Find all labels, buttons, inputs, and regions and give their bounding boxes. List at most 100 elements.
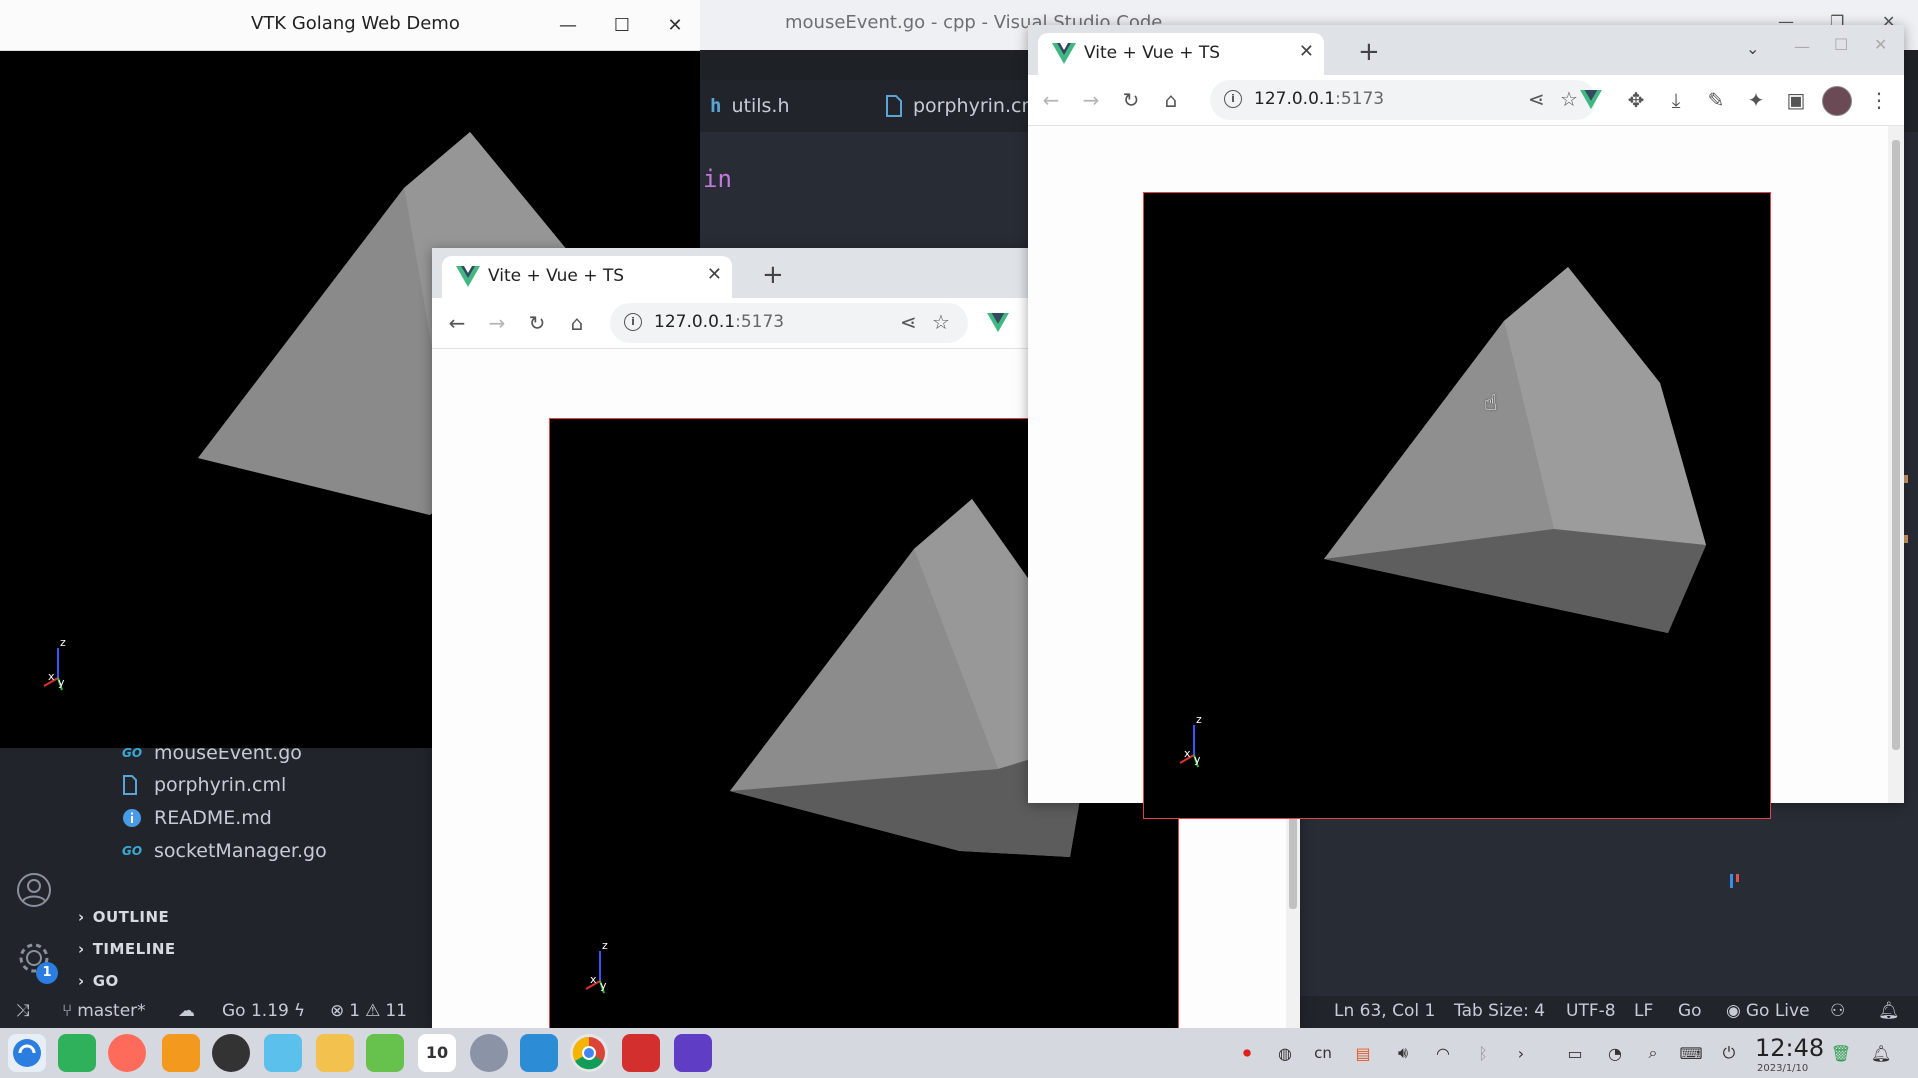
section-timeline[interactable]: › TIMELINE	[78, 940, 176, 958]
extensions-puzzle-icon[interactable]: ✦	[1741, 85, 1771, 115]
screen-recorder-icon[interactable]	[108, 1034, 146, 1072]
chrome-tray-icon[interactable]: ◍	[1270, 1038, 1300, 1068]
home-icon[interactable]: ⌂	[1156, 85, 1186, 115]
cursor-marker	[1736, 874, 1739, 882]
home-icon[interactable]: ⌂	[562, 308, 592, 338]
scrollbar-thumb[interactable]	[1892, 140, 1900, 750]
account-status-icon[interactable]: ⚇	[1830, 1001, 1845, 1021]
keyboard-icon[interactable]: ⌨	[1676, 1038, 1706, 1068]
close-icon[interactable]: ✕	[660, 10, 690, 40]
back-icon[interactable]: ←	[1036, 85, 1066, 115]
render-canvas[interactable]: z x y ☝	[1143, 192, 1771, 819]
remote-icon[interactable]: ⤨	[16, 1001, 30, 1021]
cursor-position[interactable]: Ln 63, Col 1	[1334, 1001, 1435, 1021]
bluetooth-icon[interactable]: ᛒ	[1468, 1038, 1498, 1068]
more-menu-icon[interactable]: ⋮	[1864, 85, 1894, 115]
vtk-titlebar[interactable]: VTK Golang Web Demo — ☐ ✕	[0, 0, 700, 51]
volume-icon[interactable]: 🔊︎	[1388, 1038, 1418, 1068]
share-icon[interactable]: ⋖	[1528, 87, 1545, 111]
trash-icon[interactable]: 🗑︎	[1826, 1038, 1856, 1068]
vue-devtools-icon[interactable]	[1580, 90, 1602, 110]
account-icon[interactable]	[16, 872, 52, 908]
extension-eyedropper-icon[interactable]: ✎	[1701, 85, 1731, 115]
side-panel-icon[interactable]: ▣	[1781, 85, 1811, 115]
extension-move-icon[interactable]: ✥	[1621, 85, 1651, 115]
tab-close-icon[interactable]: ✕	[1299, 41, 1314, 62]
window-icon[interactable]: ▭	[1560, 1038, 1590, 1068]
minimize-icon[interactable]: —	[553, 10, 583, 40]
sync-icon[interactable]: ☁	[178, 1001, 195, 1021]
file-porphyrin[interactable]: porphyrin.cml	[122, 774, 286, 796]
go-version-label: Go 1.19	[222, 1001, 289, 1021]
share-icon[interactable]: ⋖	[900, 310, 917, 334]
section-go[interactable]: › GO	[78, 972, 119, 990]
address-bar[interactable]: i 127.0.0.1:5173 ⋖ ☆	[610, 303, 968, 343]
minimize-icon[interactable]: —	[1794, 37, 1810, 56]
url-text: 127.0.0.1:5173	[1254, 89, 1384, 109]
browser-window-right[interactable]: Vite + Vue + TS ✕ + ⌄ — ☐ ✕ ← → ↻ ⌂ i 12…	[1028, 25, 1904, 819]
tab-search-chevron-icon[interactable]: ⌄	[1746, 39, 1759, 58]
file-label: porphyrin.cml	[154, 774, 287, 796]
maximize-icon[interactable]: ☐	[1834, 35, 1848, 54]
browser-toolbar: ← → ↻ ⌂ i 127.0.0.1:5173 ⋖ ☆ ✥ ⤓ ✎ ✦ ▣ ⋮	[1028, 75, 1904, 126]
app-store-icon[interactable]	[162, 1034, 200, 1072]
vscode-app-icon[interactable]	[520, 1034, 558, 1072]
launcher-icon[interactable]	[8, 1034, 46, 1072]
system-monitor-icon[interactable]: ◔	[1600, 1038, 1630, 1068]
address-bar[interactable]: i 127.0.0.1:5173 ⋖ ☆	[1210, 80, 1596, 120]
language-mode[interactable]: Go	[1678, 1001, 1702, 1021]
branch-status[interactable]: ⑂ master*	[62, 1001, 146, 1021]
clock-time[interactable]: 12:48	[1755, 1034, 1824, 1062]
eol[interactable]: LF	[1634, 1001, 1653, 1021]
new-tab-icon[interactable]: +	[762, 260, 784, 290]
power-icon[interactable]: ⏻	[1714, 1038, 1744, 1068]
notification-icon[interactable]: 🔔︎	[1866, 1038, 1896, 1068]
input-method[interactable]: cn	[1308, 1038, 1338, 1068]
maximize-icon[interactable]: ☐	[607, 10, 637, 40]
forward-icon[interactable]: →	[1076, 85, 1106, 115]
problems-status[interactable]: ⊗ 1 ⚠ 11	[330, 1001, 407, 1021]
sublime-tray-icon[interactable]: ▤	[1348, 1038, 1378, 1068]
reload-icon[interactable]: ↻	[1116, 85, 1146, 115]
site-info-icon[interactable]: i	[624, 313, 642, 331]
browser-app-icon[interactable]	[212, 1034, 250, 1072]
settings-gear-icon[interactable]	[470, 1034, 508, 1072]
browser-tab[interactable]: Vite + Vue + TS ✕	[442, 256, 732, 298]
bookmark-star-icon[interactable]: ☆	[1560, 87, 1578, 111]
file-readme[interactable]: README.md	[122, 807, 272, 829]
tray-expand-icon[interactable]: ›	[1506, 1038, 1536, 1068]
site-info-icon[interactable]: i	[1224, 90, 1242, 108]
file-manager-icon[interactable]	[264, 1034, 302, 1072]
browser-tab[interactable]: Vite + Vue + TS ✕	[1038, 33, 1324, 75]
new-tab-icon[interactable]: +	[1358, 37, 1380, 67]
wifi-icon[interactable]: ◠	[1428, 1038, 1458, 1068]
bell-icon[interactable]: 🔔︎	[1878, 1001, 1900, 1021]
avatar[interactable]	[1822, 86, 1852, 116]
download-icon[interactable]: ⤓	[1661, 85, 1691, 115]
page-scrollbar[interactable]	[1888, 126, 1904, 803]
image-viewer-icon[interactable]	[316, 1034, 354, 1072]
vue-devtools-icon[interactable]	[987, 313, 1009, 333]
close-icon[interactable]: ✕	[1874, 35, 1887, 54]
multitasking-icon[interactable]	[58, 1034, 96, 1072]
tab-close-icon[interactable]: ✕	[707, 264, 722, 285]
reload-icon[interactable]: ↻	[522, 308, 552, 338]
search-icon[interactable]: ⌕	[1638, 1038, 1668, 1068]
chrome-app-icon[interactable]	[570, 1034, 608, 1072]
terminal-icon[interactable]	[622, 1034, 660, 1072]
forward-icon[interactable]: →	[482, 308, 512, 338]
bookmark-star-icon[interactable]: ☆	[932, 310, 950, 334]
go-live-button[interactable]: ◉ Go Live	[1726, 1001, 1810, 1021]
encoding[interactable]: UTF-8	[1566, 1001, 1616, 1021]
calendar-icon[interactable]: 10	[418, 1034, 456, 1072]
tab-utils-h[interactable]: h utils.h	[710, 80, 789, 132]
dev-tool-icon[interactable]	[674, 1034, 712, 1072]
section-outline[interactable]: › OUTLINE	[78, 908, 169, 926]
go-version-status[interactable]: Go 1.19 ϟ	[222, 1001, 305, 1021]
music-player-icon[interactable]	[366, 1034, 404, 1072]
file-socketmanager[interactable]: GO socketManager.go	[122, 840, 327, 862]
record-icon[interactable]: ⏺	[1232, 1038, 1262, 1068]
tab-size[interactable]: Tab Size: 4	[1454, 1001, 1545, 1021]
back-icon[interactable]: ←	[442, 308, 472, 338]
tab-porphyrin[interactable]: porphyrin.cml	[885, 80, 1045, 132]
